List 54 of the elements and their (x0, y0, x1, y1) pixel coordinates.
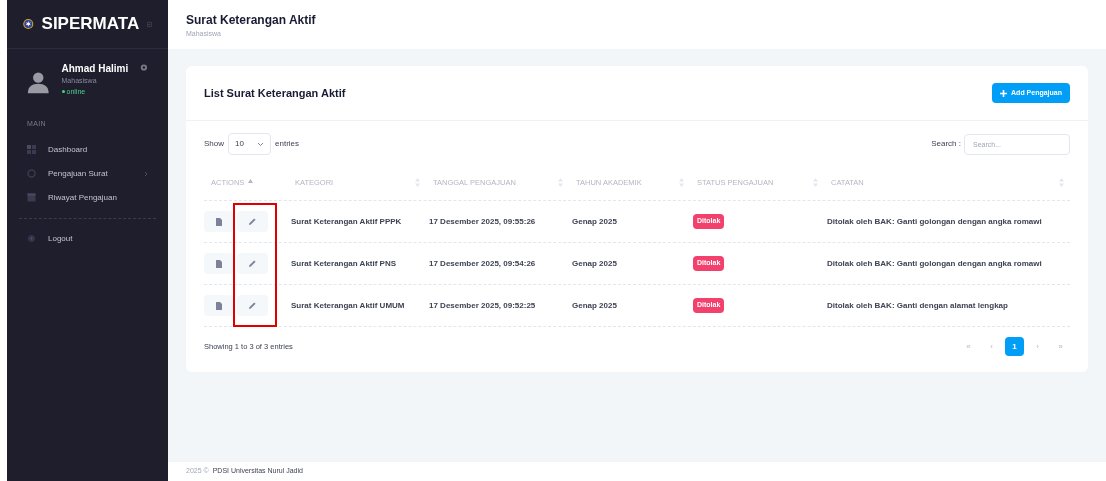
calendar-icon (27, 193, 36, 202)
document-icon (215, 217, 222, 226)
plus-icon (1000, 89, 1008, 97)
show-label: Show (204, 138, 224, 150)
document-button[interactable] (204, 211, 233, 232)
table-cell-text: Genap 2025 (571, 300, 618, 312)
edit-button[interactable] (237, 211, 268, 232)
edit-button[interactable] (237, 253, 268, 274)
page-button[interactable]: › (1028, 337, 1047, 356)
search-label: Search : (931, 138, 961, 150)
settings-icon[interactable] (140, 63, 148, 72)
page-title: Surat Keterangan Aktif (186, 12, 317, 29)
page-button[interactable]: ‹ (982, 337, 1001, 356)
table-cell-text: 17 Desember 2025, 09:55:26 (428, 216, 537, 228)
sort-icon[interactable] (679, 178, 684, 187)
sort-icon[interactable] (558, 178, 563, 187)
pencil-icon (249, 302, 256, 309)
page-button[interactable]: « (959, 337, 978, 356)
nav-item[interactable]: Riwayat Pengajuan (7, 185, 168, 210)
sort-icon[interactable] (1059, 178, 1064, 187)
length-select[interactable]: 10 (228, 133, 271, 155)
grid-icon (27, 145, 36, 154)
nav-item[interactable]: Dashboard (7, 137, 168, 162)
document-icon (215, 301, 222, 310)
chevron-down-icon (257, 141, 264, 147)
pencil-icon (249, 218, 256, 225)
edit-button[interactable] (237, 295, 268, 316)
table-cell-text: Ditolak oleh BAK: Ganti golongan dengan angka romawi (826, 215, 1043, 228)
brand-title: SIPERMATA (41, 13, 140, 36)
table-cell-text: Ditolak oleh BAK: Ganti dengan alamat lengkap (826, 299, 1009, 312)
user-name: Ahmad Halimi (61, 62, 129, 76)
card-title: List Surat Keterangan Aktif (204, 85, 346, 101)
table-cell-text: 17 Desember 2025, 09:52:25 (428, 300, 537, 312)
table-cell-text: Genap 2025 (571, 258, 618, 270)
table-cell-text: Genap 2025 (571, 216, 618, 228)
table-cell-text: Surat Keterangan Aktif UMUM (290, 300, 406, 312)
sort-icon[interactable] (415, 178, 420, 187)
nav-item[interactable]: Pengajuan Surat (7, 161, 168, 186)
document-button[interactable] (204, 295, 233, 316)
dot-icon (27, 234, 36, 243)
pencil-icon (249, 260, 256, 267)
page-button[interactable]: 1 (1005, 337, 1024, 356)
nav-item[interactable]: Logout (7, 226, 168, 251)
document-button[interactable] (204, 253, 233, 274)
table-cell-text: 17 Desember 2025, 09:54:26 (428, 258, 537, 270)
table-cell-text: Surat Keterangan Aktif PPPK (290, 216, 403, 228)
ring-icon (27, 169, 36, 178)
table-cell-text: Ditolak oleh BAK: Ganti golongan dengan angka romawi (826, 257, 1043, 270)
entries-label: entries (275, 138, 300, 150)
table-cell-text: Surat Keterangan Aktif PNS (290, 258, 398, 270)
page-button[interactable]: » (1051, 337, 1070, 356)
document-icon (215, 259, 222, 268)
sort-icon[interactable] (813, 178, 818, 187)
sort-up-icon[interactable] (248, 179, 254, 183)
